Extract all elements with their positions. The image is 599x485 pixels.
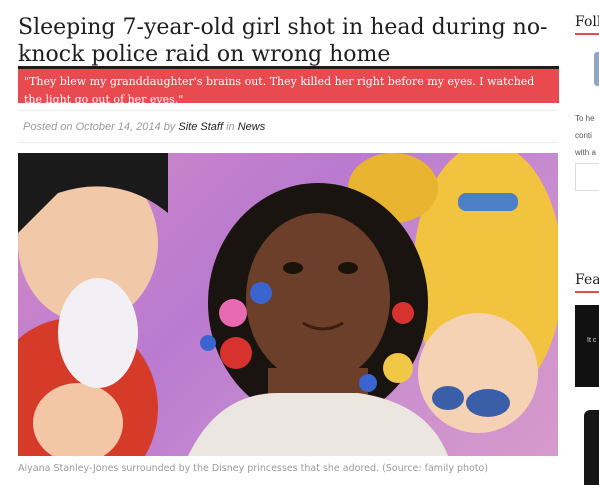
post-meta: Posted on October 14, 2014 by Site Staff… <box>23 121 265 133</box>
in-label: in <box>226 121 235 133</box>
sidebar-featured-heading: Feat <box>575 272 599 293</box>
featured-thumbnail[interactable]: It c <box>575 305 599 387</box>
post-date: October 14, 2014 <box>75 121 161 133</box>
facebook-icon[interactable] <box>594 52 599 86</box>
meta-divider-top <box>18 110 558 111</box>
author-link[interactable]: Site Staff <box>178 121 223 133</box>
sidebar-text-line-2: conti <box>575 131 592 140</box>
by-label: by <box>163 121 176 133</box>
article: Sleeping 7-year-old girl shot in head du… <box>0 0 570 485</box>
pullquote: "They blew my granddaughter's brains out… <box>18 66 559 106</box>
article-headline[interactable]: Sleeping 7-year-old girl shot in head du… <box>18 14 558 68</box>
meta-divider-bottom <box>18 142 558 143</box>
photo-illustration <box>18 153 558 456</box>
article-photo <box>18 153 558 456</box>
sidebar-input-box[interactable] <box>575 163 599 191</box>
sidebar-follow-heading: Foll <box>575 14 599 35</box>
posted-on-label: Posted on <box>23 121 73 133</box>
featured-thumbnail-text: It c <box>587 337 597 344</box>
category-link[interactable]: News <box>238 121 266 133</box>
sidebar-text-line-1: To he <box>575 114 595 123</box>
pullquote-text: "They blew my granddaughter's brains out… <box>24 75 535 106</box>
sidebar-text-line-3: with a <box>575 148 596 157</box>
photo-caption: Aiyana Stanley-Jones surrounded by the D… <box>18 463 489 474</box>
featured-thumbnail-2[interactable] <box>584 410 599 485</box>
sidebar: Foll To he conti with a Feat It c <box>570 0 599 485</box>
